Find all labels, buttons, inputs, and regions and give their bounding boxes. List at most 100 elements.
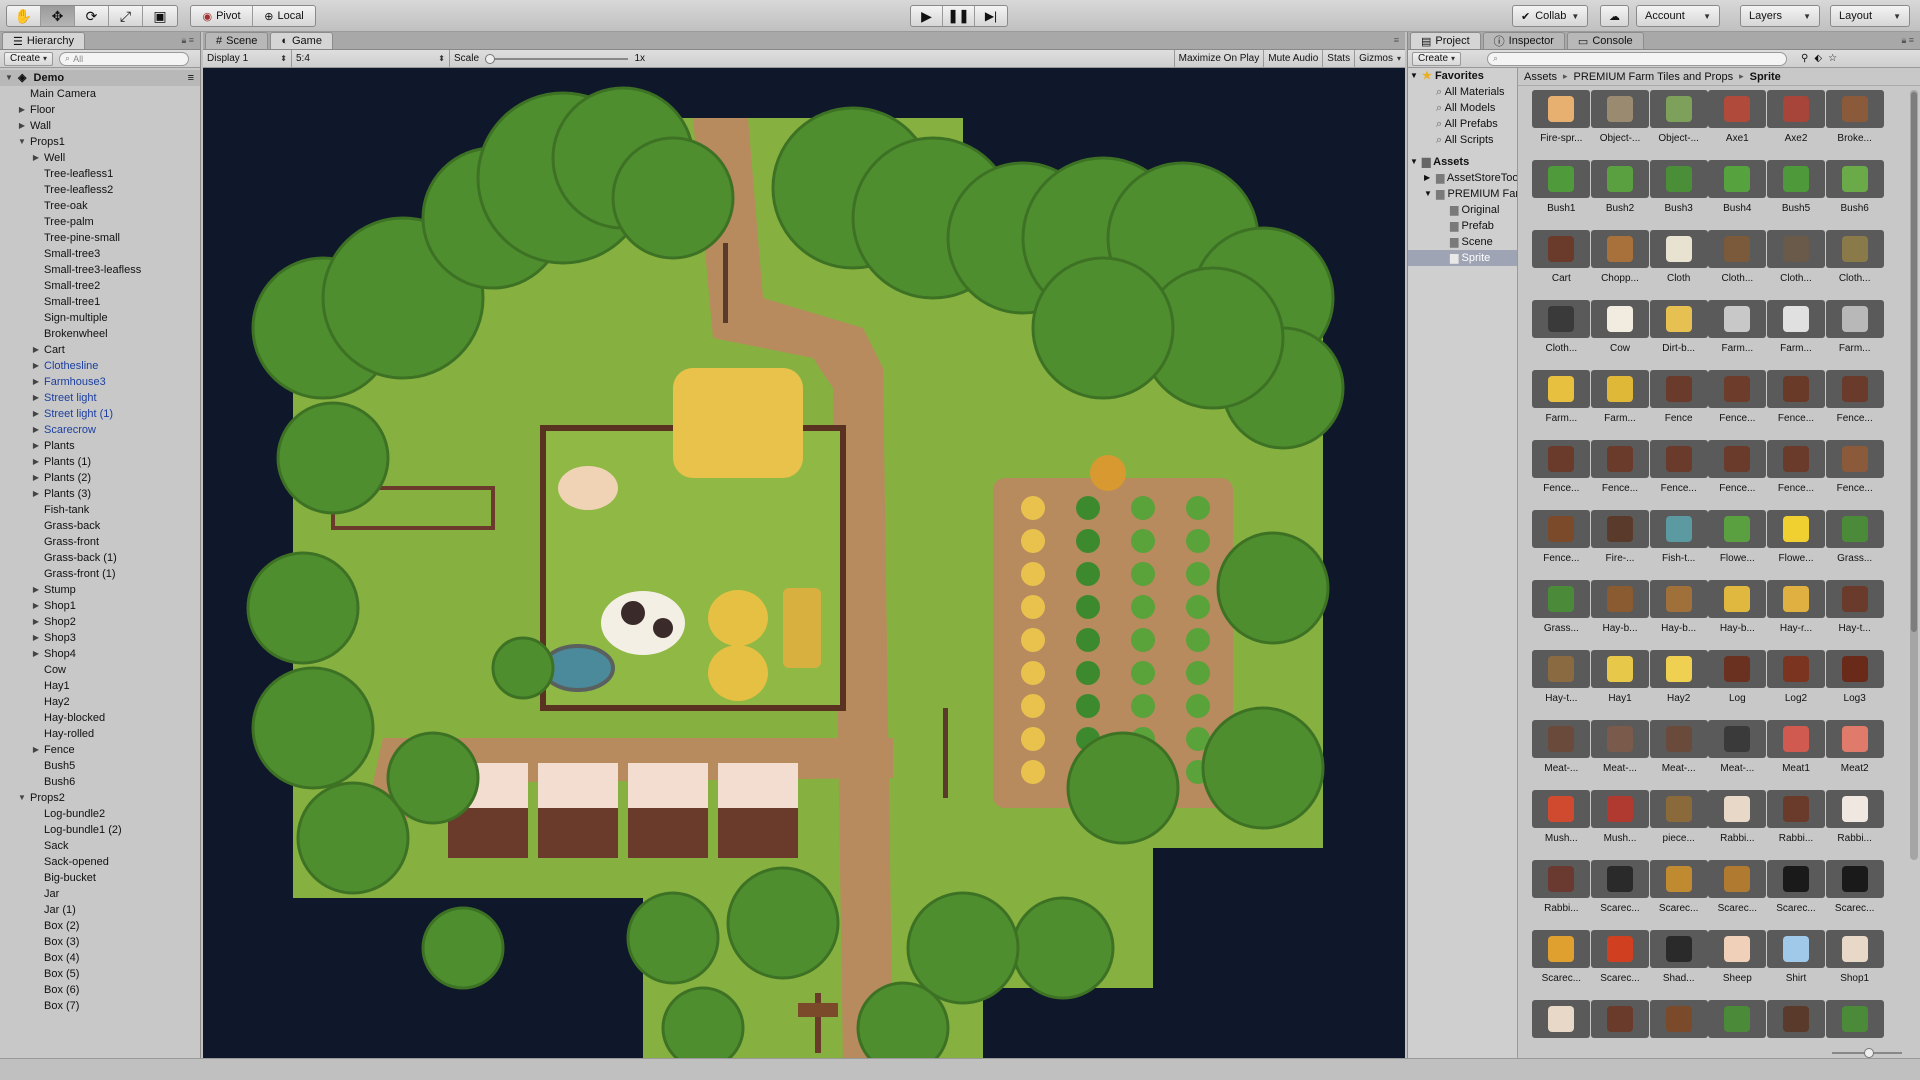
asset-thumbnail[interactable] <box>1532 720 1591 758</box>
lock-icon[interactable]: 🔒︎ ≡ <box>1901 35 1914 46</box>
hierarchy-item[interactable]: Fish-tank <box>0 502 200 518</box>
layout-dropdown[interactable]: Layout ▼ <box>1830 5 1910 27</box>
asset-item[interactable]: Fire-spr... <box>1532 90 1591 156</box>
asset-item[interactable]: Hay-b... <box>1649 580 1708 646</box>
asset-item[interactable]: Object-... <box>1649 90 1708 156</box>
hierarchy-item[interactable]: Sign-multiple <box>0 310 200 326</box>
hierarchy-item[interactable]: Small-tree1 <box>0 294 200 310</box>
asset-thumbnail[interactable] <box>1766 160 1825 198</box>
asset-thumbnail[interactable] <box>1649 300 1708 338</box>
pivot-toggle-button[interactable]: ◉ Pivot <box>191 6 253 26</box>
asset-item[interactable]: Fire-... <box>1590 510 1650 576</box>
asset-thumbnail[interactable] <box>1649 90 1708 128</box>
asset-thumbnail[interactable] <box>1708 370 1767 408</box>
asset-thumbnail[interactable] <box>1532 510 1591 548</box>
asset-item[interactable]: Scarec... <box>1825 860 1884 926</box>
hierarchy-item[interactable]: Hay-rolled <box>0 726 200 742</box>
asset-thumbnail[interactable] <box>1825 860 1884 898</box>
hierarchy-item[interactable]: Bush6 <box>0 774 200 790</box>
asset-item[interactable]: Sheep <box>1708 930 1767 996</box>
asset-item[interactable]: Hay-r... <box>1766 580 1826 646</box>
expand-arrow-icon[interactable]: ▶ <box>31 422 41 438</box>
collapse-arrow-icon[interactable]: ▼ <box>17 790 27 806</box>
asset-thumbnail[interactable] <box>1590 440 1649 478</box>
hierarchy-item[interactable]: ▶ Farmhouse3 <box>0 374 200 390</box>
asset-item[interactable]: piece... <box>1649 790 1708 856</box>
asset-thumbnail[interactable] <box>1649 370 1708 408</box>
lock-icon[interactable]: 🔒︎ ≡ <box>181 35 194 46</box>
asset-item[interactable]: Bush2 <box>1590 160 1650 226</box>
breadcrumb-item[interactable]: PREMIUM Farm Tiles and Props <box>1574 71 1734 83</box>
play-button[interactable]: ▶ <box>911 6 943 26</box>
asset-thumbnail[interactable] <box>1532 160 1591 198</box>
hierarchy-item[interactable]: Jar (1) <box>0 902 200 918</box>
hierarchy-item[interactable]: ▶ Wall <box>0 118 200 134</box>
asset-thumbnail[interactable] <box>1825 930 1884 968</box>
asset-item[interactable]: Axe2 <box>1766 90 1826 156</box>
asset-item[interactable]: Cloth... <box>1532 300 1591 366</box>
asset-item[interactable]: Log2 <box>1766 650 1826 716</box>
asset-item[interactable]: Farm... <box>1532 370 1591 436</box>
asset-item[interactable] <box>1590 1000 1650 1058</box>
asset-thumbnail[interactable] <box>1708 510 1767 548</box>
asset-thumbnail[interactable] <box>1590 580 1649 618</box>
layers-dropdown[interactable]: Layers ▼ <box>1740 5 1820 27</box>
collapse-arrow-icon[interactable]: ▼ <box>17 134 27 150</box>
asset-item[interactable]: Shop1 <box>1825 930 1884 996</box>
asset-item[interactable]: Cloth... <box>1825 230 1884 296</box>
asset-thumbnail[interactable] <box>1649 1000 1708 1038</box>
stats-toggle[interactable]: Stats <box>1322 49 1354 68</box>
hierarchy-item[interactable]: ▶ Well <box>0 150 200 166</box>
asset-thumbnail[interactable] <box>1708 300 1767 338</box>
cloud-button[interactable]: ☁ <box>1600 5 1629 27</box>
asset-item[interactable]: Fence... <box>1825 370 1884 436</box>
expand-arrow-icon[interactable]: ▶ <box>31 614 41 630</box>
asset-item[interactable]: Flowe... <box>1766 510 1826 576</box>
hierarchy-item[interactable]: ▶ Fence <box>0 742 200 758</box>
folder-item[interactable]: ▆ Original <box>1408 202 1517 218</box>
asset-item[interactable]: Rabbi... <box>1766 790 1826 856</box>
hierarchy-item[interactable]: Grass-back <box>0 518 200 534</box>
transform-tool-button[interactable]: ⤢ <box>109 6 143 26</box>
folder-item[interactable]: ▆ Scene <box>1408 234 1517 250</box>
expand-arrow-icon[interactable]: ▶ <box>31 486 41 502</box>
asset-thumbnail[interactable] <box>1708 1000 1767 1038</box>
asset-thumbnail[interactable] <box>1590 300 1649 338</box>
asset-thumbnail[interactable] <box>1708 930 1767 968</box>
favorites-row[interactable]: ▼ ★ Favorites <box>1408 68 1517 84</box>
asset-item[interactable]: Fence... <box>1766 440 1826 506</box>
expand-arrow-icon[interactable]: ▶ <box>17 102 27 118</box>
asset-item[interactable]: Fence... <box>1708 370 1767 436</box>
asset-thumbnail[interactable] <box>1766 510 1825 548</box>
favorites-item[interactable]: ⌕ All Materials <box>1408 84 1517 100</box>
hierarchy-item[interactable]: ▶ Stump <box>0 582 200 598</box>
asset-item[interactable]: Farm... <box>1590 370 1650 436</box>
hierarchy-item[interactable]: Small-tree3-leafless <box>0 262 200 278</box>
asset-thumbnail[interactable] <box>1649 580 1708 618</box>
hierarchy-item[interactable]: ▶ Clothesline <box>0 358 200 374</box>
asset-item[interactable]: Fish-t... <box>1649 510 1708 576</box>
hierarchy-item[interactable]: Box (5) <box>0 966 200 982</box>
expand-arrow-icon[interactable]: ▶ <box>1424 170 1430 186</box>
asset-thumbnail[interactable] <box>1766 1000 1825 1038</box>
asset-thumbnail[interactable] <box>1708 90 1767 128</box>
asset-item[interactable]: Grass... <box>1532 580 1591 646</box>
tab-project[interactable]: ▤ Project <box>1410 32 1481 49</box>
asset-thumbnail[interactable] <box>1649 790 1708 828</box>
asset-item[interactable]: Cart <box>1532 230 1591 296</box>
hierarchy-item[interactable]: Tree-palm <box>0 214 200 230</box>
hierarchy-item[interactable]: Jar <box>0 886 200 902</box>
scene-row[interactable]: ▼ ◈ Demo ≡ <box>0 70 200 86</box>
asset-item[interactable]: Hay1 <box>1590 650 1650 716</box>
hierarchy-item[interactable]: Hay2 <box>0 694 200 710</box>
hierarchy-item[interactable]: ▶ Shop1 <box>0 598 200 614</box>
favorite-star-icon[interactable]: ☆ <box>1828 53 1837 64</box>
hierarchy-item[interactable]: Box (2) <box>0 918 200 934</box>
asset-thumbnail[interactable] <box>1532 860 1591 898</box>
asset-thumbnail[interactable] <box>1532 440 1591 478</box>
transform-tool-button[interactable]: ✋ <box>7 6 41 26</box>
asset-item[interactable]: Cloth... <box>1708 230 1767 296</box>
asset-item[interactable]: Chopp... <box>1590 230 1650 296</box>
asset-thumbnail[interactable] <box>1590 90 1649 128</box>
expand-arrow-icon[interactable]: ▶ <box>17 118 27 134</box>
